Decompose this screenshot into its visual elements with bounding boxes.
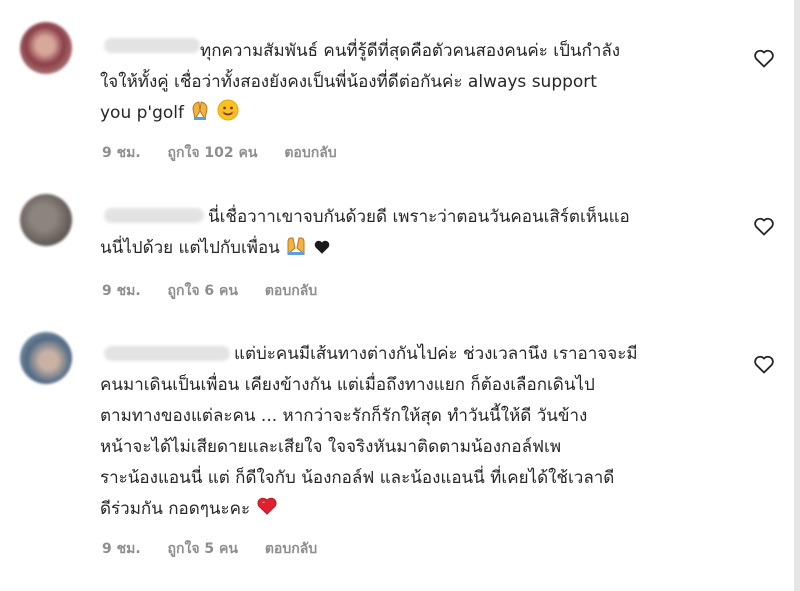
- like-heart-icon[interactable]: [752, 46, 776, 70]
- comment-line: นี่เชื่อวาาเขาจบกันด้วยดี เพราะว่าตอนวัน…: [208, 207, 630, 227]
- comment-line: you p'golf: [100, 103, 185, 123]
- comment-text: ทุกความสัมพันธ์ คนที่รู้ดีที่สุดคือตัวคน…: [100, 36, 740, 132]
- comment-line: ทุกความสัมพันธ์ คนที่รู้ดีที่สุดคือตัวคน…: [200, 41, 621, 61]
- comment-text: แต่บ่ะคนมีเส้นทางต่างกันไปค่ะ ช่วงเวลานึ…: [100, 339, 740, 528]
- smiling-face-icon: [217, 99, 239, 132]
- black-heart-icon: [313, 236, 331, 267]
- reply-button[interactable]: ตอบกลับ: [265, 538, 317, 560]
- red-heart-icon: [256, 495, 278, 528]
- praying-hands-icon: [189, 99, 211, 132]
- like-heart-icon[interactable]: [752, 214, 776, 238]
- avatar[interactable]: [20, 194, 72, 246]
- comment-time: 9 ชม.: [102, 283, 141, 299]
- comment-time: 9 ชม.: [102, 145, 141, 161]
- reply-button[interactable]: ตอบกลับ: [265, 280, 317, 302]
- comment-line: ใจให้ทั้งคู่ เชื่อว่าทั้งสองยังคงเป็นพี่…: [100, 72, 597, 92]
- comment-line: ดีร่วมกัน กอดๆนะคะ: [100, 499, 251, 519]
- like-heart-icon[interactable]: [752, 352, 776, 376]
- reply-button[interactable]: ตอบกลับ: [284, 142, 336, 164]
- scrollbar[interactable]: [794, 0, 800, 591]
- comment-line: คนมาเดินเป็นเพื่อน เคียงข้างกัน แต่เมื่อ…: [100, 375, 595, 395]
- comment-line: แต่บ่ะคนมีเส้นทางต่างกันไปค่ะ ช่วงเวลานึ…: [234, 344, 638, 364]
- avatar[interactable]: [20, 22, 72, 74]
- like-count-link[interactable]: ถูกใจ 5 คน: [168, 538, 238, 560]
- comment-meta: 9 ชม. ถูกใจ 102 คน ตอบกลับ: [102, 142, 359, 164]
- comment-line: ราะน้องแอนนี่ แต่ ก็ดีใจกับ น้องกอล์ฟ แล…: [100, 468, 615, 488]
- comment-meta: 9 ชม. ถูกใจ 6 คน ตอบกลับ: [102, 280, 339, 302]
- comment-meta: 9 ชม. ถูกใจ 5 คน ตอบกลับ: [102, 538, 339, 560]
- comment-time: 9 ชม.: [102, 541, 141, 557]
- comment-line: หน้าจะได้ไม่เสียดายและเสียใจ ใจจริงหันมา…: [100, 437, 562, 457]
- comment-text: นี่เชื่อวาาเขาจบกันด้วยดี เพราะว่าตอนวัน…: [100, 202, 740, 267]
- like-count-link[interactable]: ถูกใจ 6 คน: [168, 280, 238, 302]
- comment-line-with-emoji: you p'golf: [100, 98, 740, 132]
- like-count-link[interactable]: ถูกใจ 102 คน: [168, 142, 258, 164]
- comment-line-with-emoji: ดีร่วมกัน กอดๆนะคะ: [100, 494, 740, 528]
- comment-line: นนี่ไปด้วย แต่ไปกับเพื่อน: [100, 238, 280, 258]
- comment-line: ตามทางของแต่ละคน ... หากว่าจะรักก็รักให้…: [100, 406, 588, 426]
- raising-hands-icon: [285, 234, 307, 267]
- comment-line-with-emoji: นนี่ไปด้วย แต่ไปกับเพื่อน: [100, 233, 740, 267]
- avatar[interactable]: [20, 332, 72, 384]
